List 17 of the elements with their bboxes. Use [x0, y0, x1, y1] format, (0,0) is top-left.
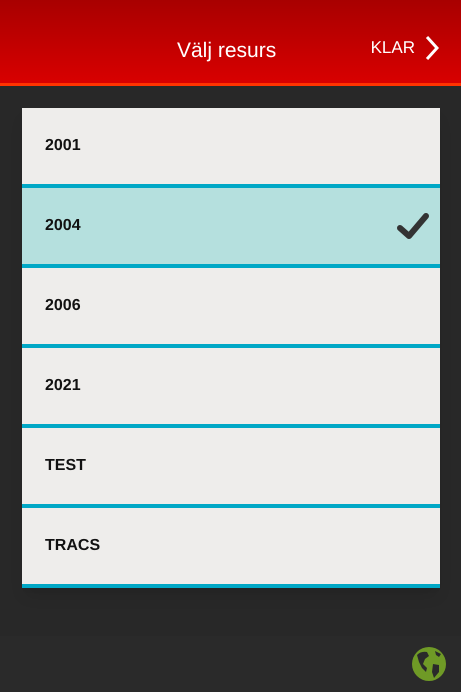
resource-row[interactable]: 2021	[22, 348, 440, 428]
resource-label: 2021	[45, 376, 81, 396]
resource-label: TRACS	[45, 536, 100, 556]
resource-row[interactable]: 2004	[22, 188, 440, 268]
globe-icon[interactable]	[411, 646, 447, 682]
checkmark-icon	[396, 211, 430, 241]
resource-row[interactable]: 2001	[22, 108, 440, 188]
resource-row[interactable]: TEST	[22, 428, 440, 508]
chevron-right-icon	[425, 35, 439, 61]
done-button[interactable]: KLAR	[370, 35, 439, 61]
resource-label: 2006	[45, 296, 81, 316]
resource-row[interactable]: TRACS	[22, 508, 440, 588]
resource-row[interactable]: 2006	[22, 268, 440, 348]
resource-label: 2004	[45, 216, 81, 236]
resource-label: 2001	[45, 136, 81, 156]
resource-label: TEST	[45, 456, 86, 476]
header-title: Välj resurs	[177, 38, 276, 64]
